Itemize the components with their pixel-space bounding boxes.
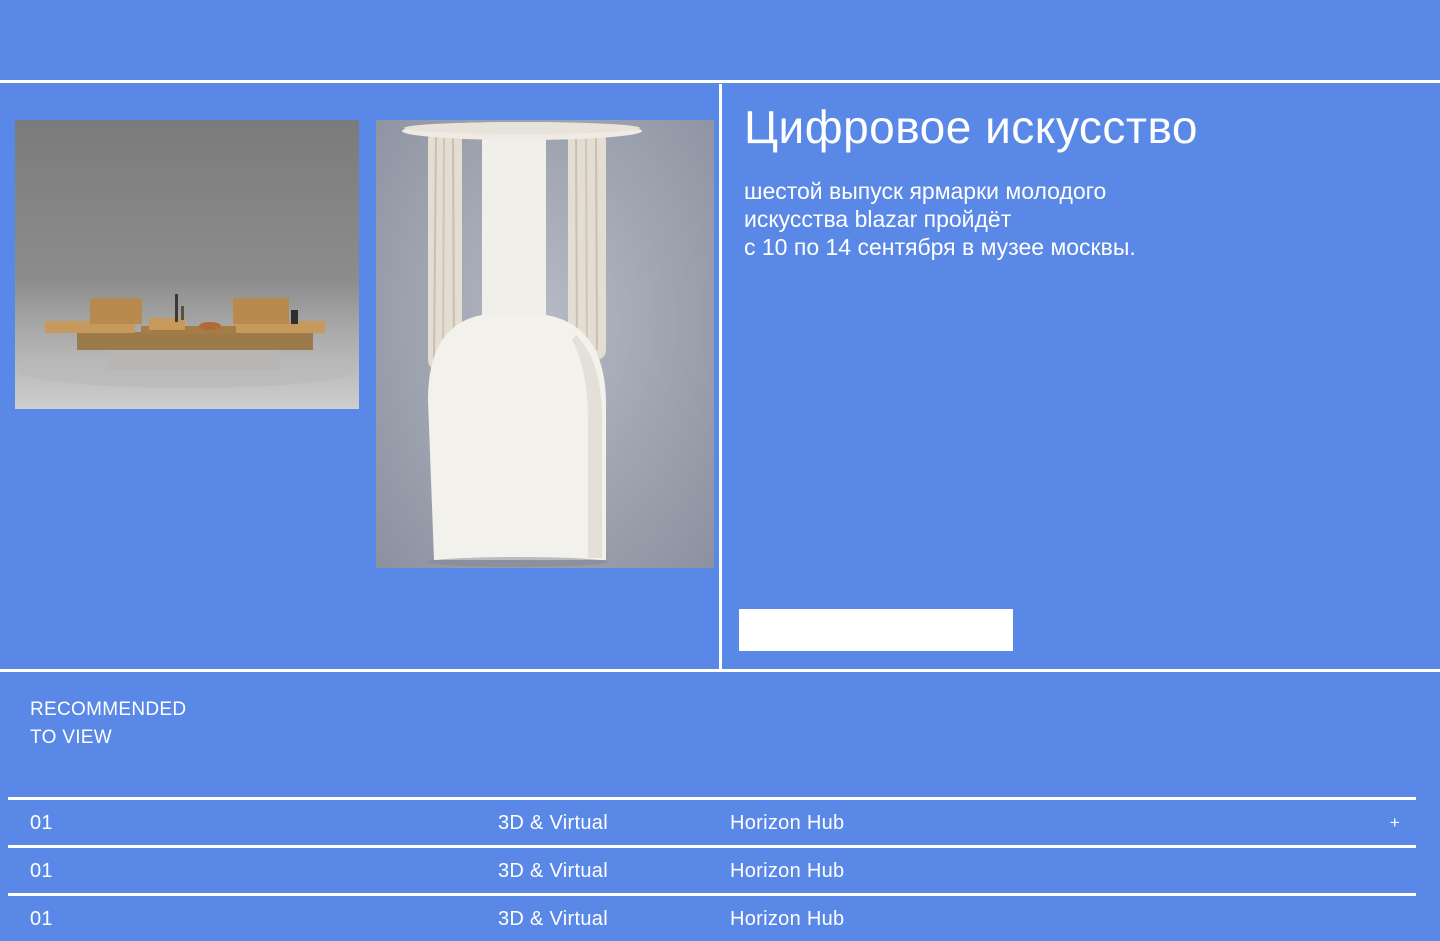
hero-title: Цифровое искусство: [744, 101, 1198, 153]
recommended-heading: RECOMMENDED TO VIEW: [30, 696, 186, 752]
hero-description-line: шестой выпуск ярмарки молодого: [744, 178, 1107, 204]
ceramic-vase-photo: [376, 120, 714, 568]
hero-description: шестой выпуск ярмарки молодого искусства…: [744, 177, 1264, 261]
row-venue: Horizon Hub: [730, 812, 845, 834]
row-category: 3D & Virtual: [498, 860, 608, 882]
row-number: 01: [30, 860, 53, 882]
recommended-row[interactable]: 01 3D & Virtual Horizon Hub +: [8, 797, 1416, 845]
table-artwork-photo: [15, 120, 359, 409]
row-category: 3D & Virtual: [498, 812, 608, 834]
hero-description-line: с 10 по 14 сентября в музее москвы.: [744, 234, 1136, 260]
row-venue: Horizon Hub: [730, 908, 845, 930]
recommended-heading-line: TO VIEW: [30, 727, 112, 748]
row-venue: Horizon Hub: [730, 860, 845, 882]
row-number: 01: [30, 812, 53, 834]
recommended-heading-line: RECOMMENDED: [30, 699, 187, 720]
row-number: 01: [30, 908, 53, 930]
recommended-row[interactable]: 01 3D & Virtual Horizon Hub: [8, 845, 1416, 893]
header-divider: [0, 80, 1440, 83]
hero-cta-button[interactable]: [739, 609, 1013, 651]
hero-column-divider: [719, 84, 722, 670]
hero-description-line: искусства blazar пройдёт: [744, 206, 1012, 232]
recommended-row[interactable]: 01 3D & Virtual Horizon Hub: [8, 893, 1416, 941]
expand-plus-icon[interactable]: +: [1390, 813, 1400, 833]
recommended-list: 01 3D & Virtual Horizon Hub + 01 3D & Vi…: [8, 797, 1416, 941]
row-category: 3D & Virtual: [498, 908, 608, 930]
hero-bottom-divider: [0, 669, 1440, 672]
